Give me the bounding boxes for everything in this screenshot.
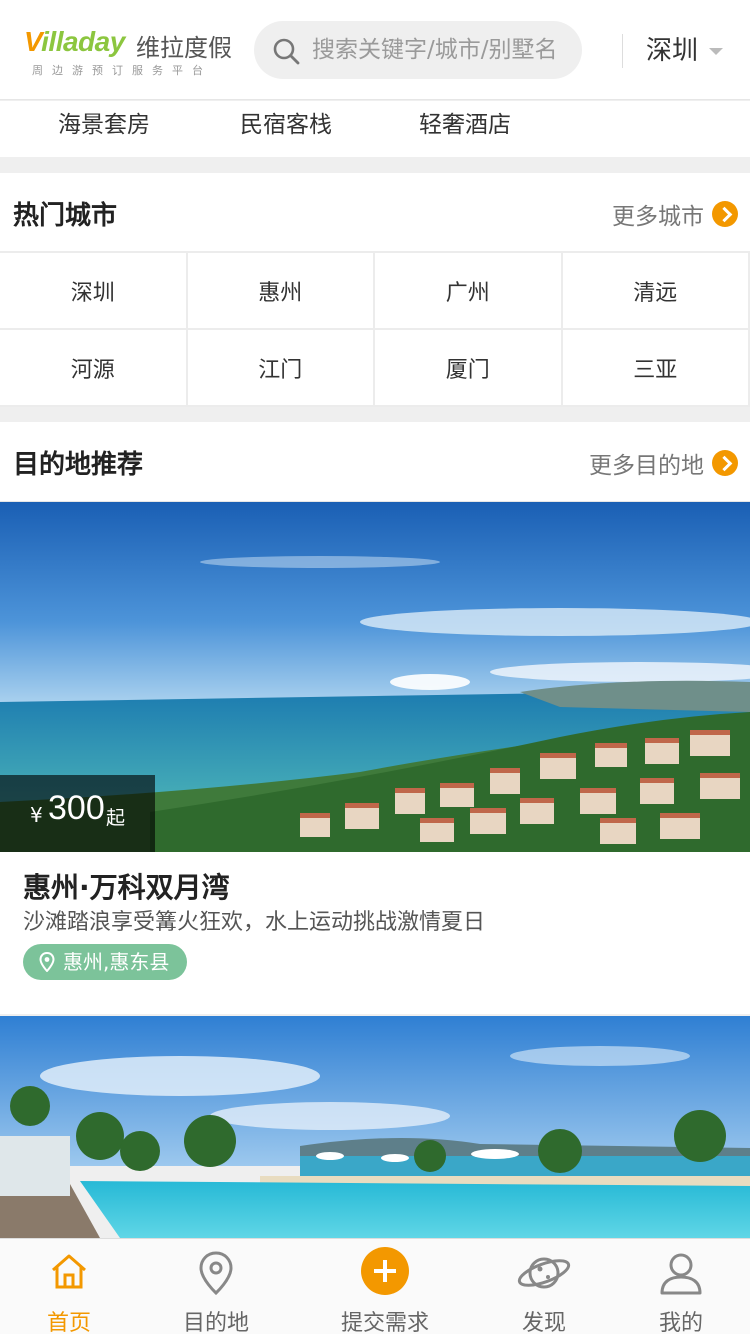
search-icon <box>273 38 300 65</box>
planet-icon <box>517 1257 571 1289</box>
tab-profile[interactable]: 我的 <box>626 1239 736 1334</box>
location-badge: 惠州,惠东县 <box>23 944 188 980</box>
city-grid: 深圳 惠州 广州 清远 河源 江门 厦门 三亚 <box>0 251 750 407</box>
price-tag: ¥ 300 起 <box>0 775 155 852</box>
more-destinations-link[interactable]: 更多目的地 <box>589 446 738 480</box>
destination-image[interactable]: ¥ 300 起 <box>0 502 750 852</box>
category-seaview-suite[interactable]: 海景套房 <box>58 105 150 139</box>
category-homestay[interactable]: 民宿客栈 <box>240 105 332 139</box>
resort-pool-photo <box>0 1016 750 1238</box>
divider <box>622 34 623 68</box>
user-icon <box>660 1253 702 1295</box>
city-selector[interactable]: 深圳 <box>646 30 698 67</box>
chevron-right-icon <box>712 201 738 227</box>
more-cities-link[interactable]: 更多城市 <box>612 197 738 231</box>
city-item[interactable]: 江门 <box>187 330 375 407</box>
city-item[interactable]: 清远 <box>562 253 750 330</box>
section-title: 目的地推荐 <box>13 450 144 480</box>
city-item[interactable]: 深圳 <box>0 253 188 330</box>
destinations-section-header: 目的地推荐 更多目的地 <box>0 422 750 502</box>
city-item[interactable]: 河源 <box>0 330 188 407</box>
app-logo[interactable]: Villaday 维拉度假 周边游预订服务平台 <box>24 26 234 78</box>
location-pin-icon <box>39 952 55 972</box>
category-strip: 海景套房 民宿客栈 轻奢酒店 <box>0 101 750 157</box>
plus-icon <box>361 1247 409 1295</box>
bottom-tab-bar: 首页 目的地 提交需求 发现 我的 <box>0 1238 750 1334</box>
city-item[interactable]: 广州 <box>375 253 563 330</box>
tab-submit-request[interactable]: 提交需求 <box>330 1239 440 1334</box>
location-pin-icon <box>199 1251 233 1295</box>
city-item[interactable]: 惠州 <box>187 253 375 330</box>
chevron-right-icon <box>712 450 738 476</box>
destination-image[interactable] <box>0 1016 750 1238</box>
hot-cities-section: 热门城市 更多城市 深圳 惠州 广州 清远 河源 江门 厦门 三亚 <box>0 173 750 407</box>
city-item[interactable]: 三亚 <box>562 330 750 407</box>
destination-title: 惠州·万科双月湾 <box>23 871 230 904</box>
search-input[interactable] <box>312 21 574 79</box>
chevron-down-icon[interactable] <box>709 48 723 55</box>
header: Villaday 维拉度假 周边游预订服务平台 深圳 <box>0 0 750 100</box>
city-item[interactable]: 厦门 <box>375 330 563 407</box>
logo-slogan: 周边游预订服务平台 <box>32 64 212 77</box>
search-bar[interactable] <box>254 21 582 79</box>
section-title: 热门城市 <box>13 201 118 231</box>
tab-home[interactable]: 首页 <box>14 1239 124 1334</box>
destination-description: 沙滩踏浪享受篝火狂欢，水上运动挑战激情夏日 <box>23 910 486 935</box>
home-icon <box>52 1254 86 1289</box>
destination-card[interactable]: 惠州·万科双月湾 沙滩踏浪享受篝火狂欢，水上运动挑战激情夏日 惠州,惠东县 <box>0 852 750 1014</box>
category-boutique-hotel[interactable]: 轻奢酒店 <box>419 105 511 139</box>
logo-chinese-name: 维拉度假 <box>136 34 232 62</box>
tab-discover[interactable]: 发现 <box>489 1239 599 1334</box>
tab-destinations[interactable]: 目的地 <box>161 1239 271 1334</box>
